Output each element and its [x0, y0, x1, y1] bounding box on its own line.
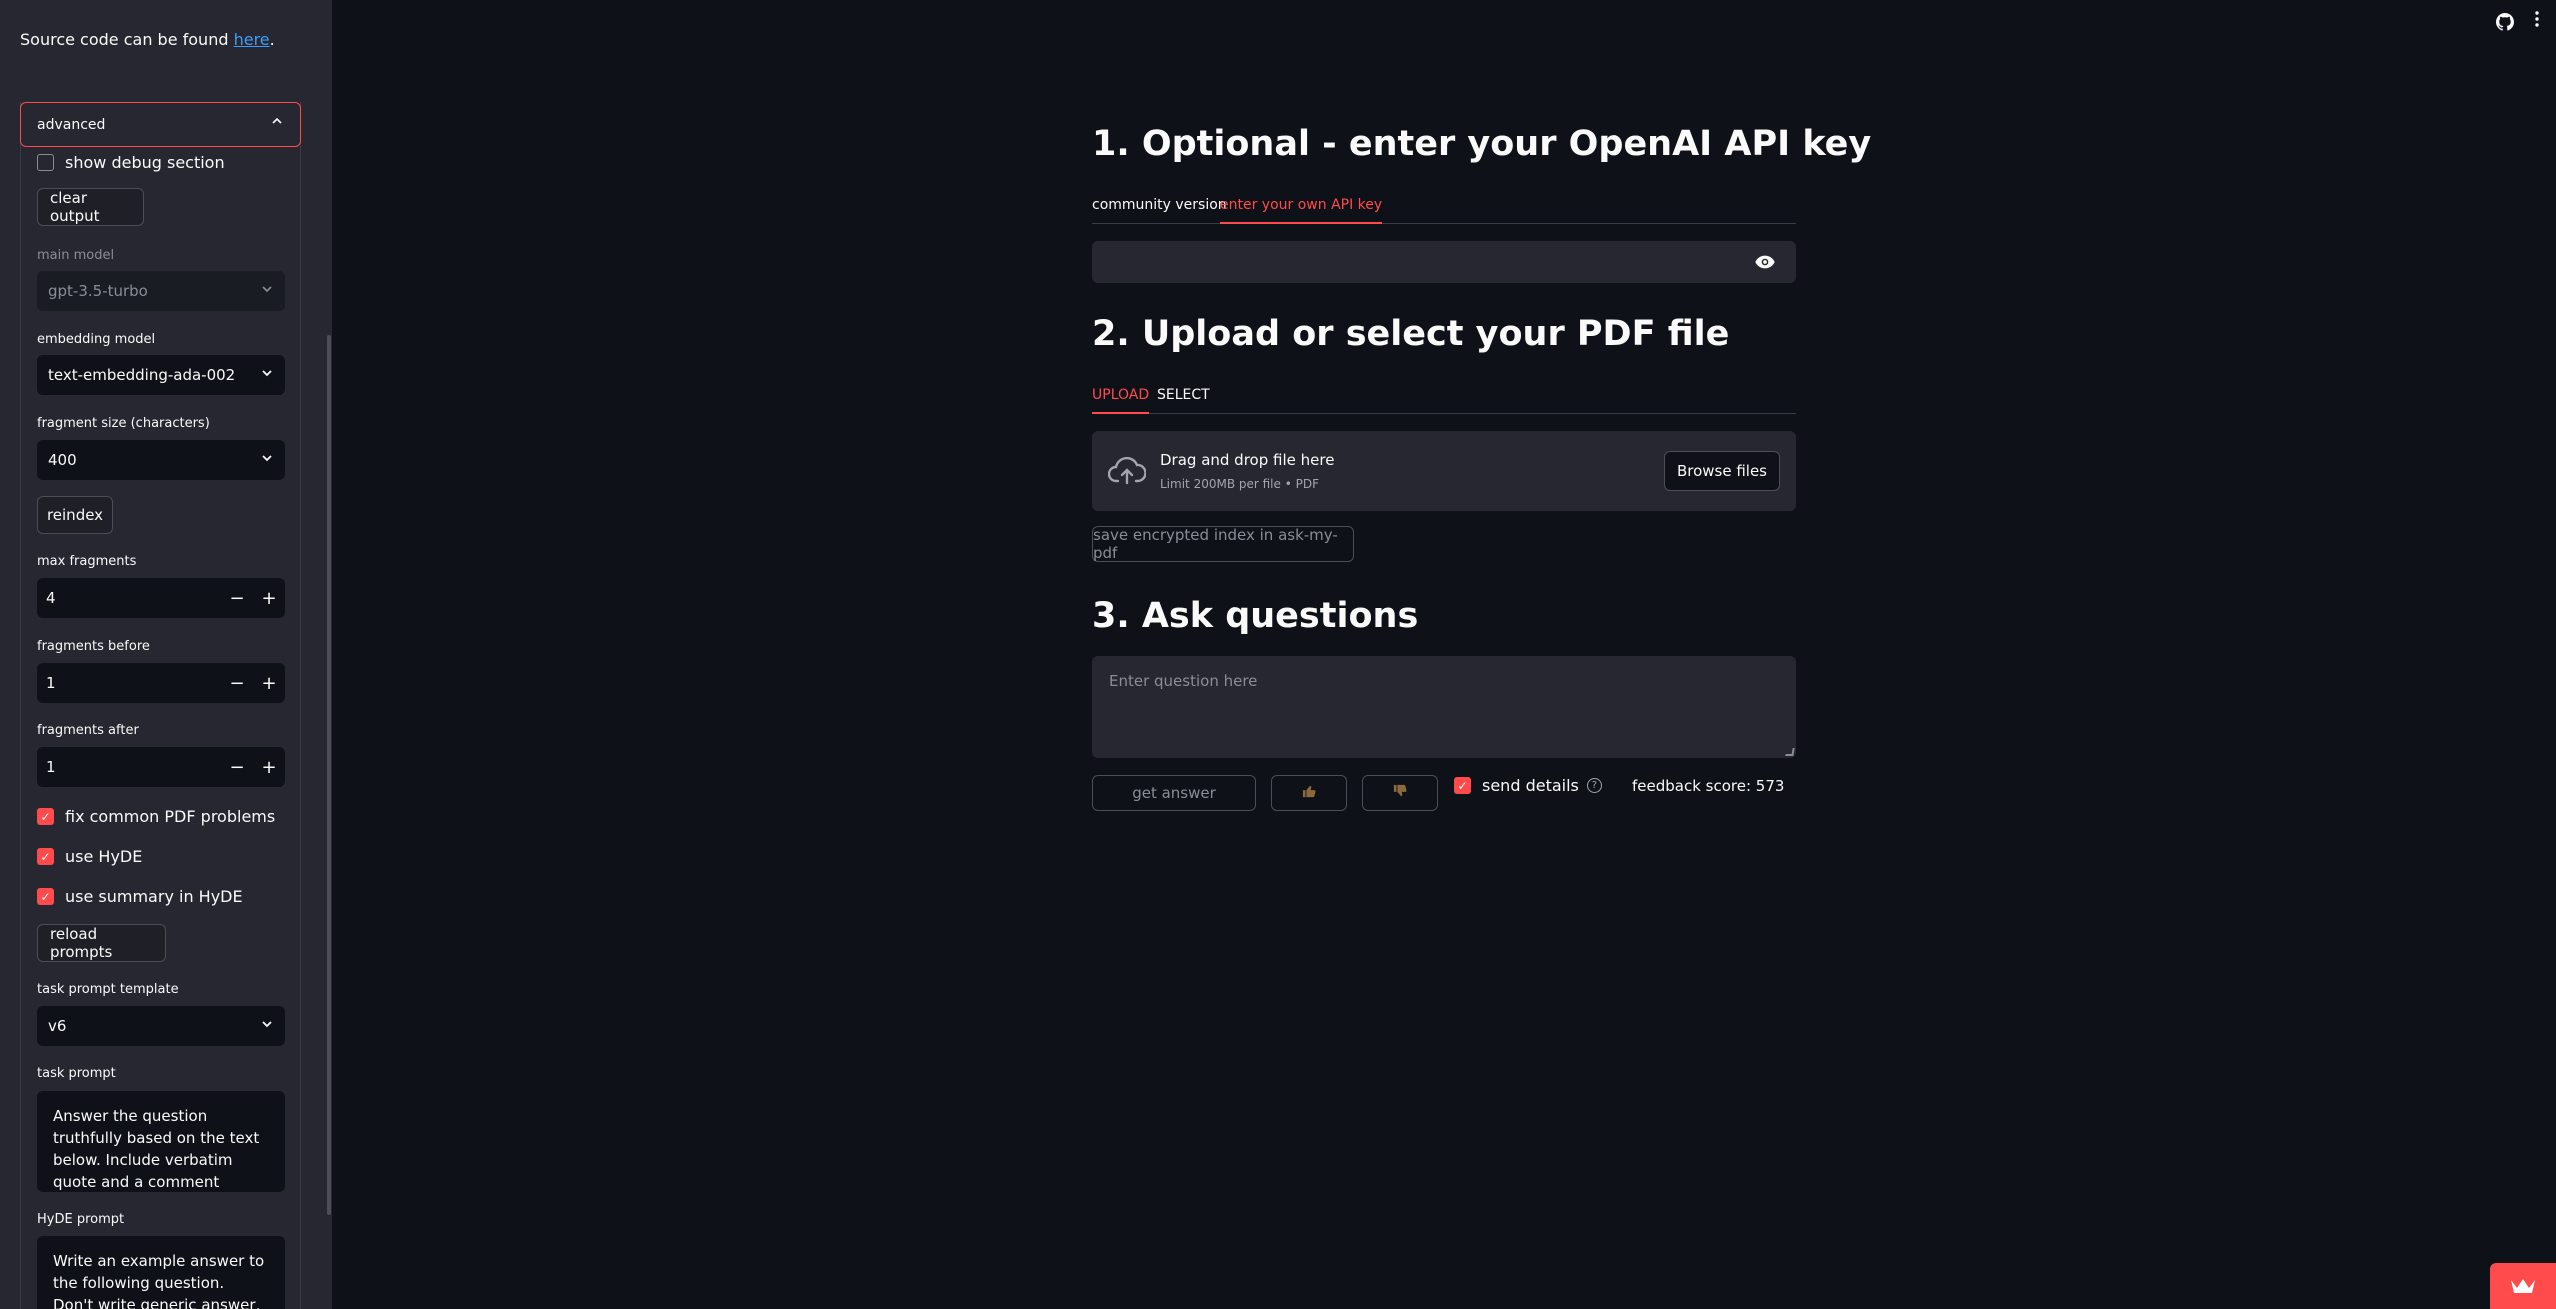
source-code-note: Source code can be found here. [20, 30, 275, 49]
increment-button[interactable]: + [253, 588, 285, 609]
source-end: . [269, 30, 275, 49]
clear-output-button[interactable]: clear output [37, 188, 144, 226]
chevron-down-icon [260, 1017, 274, 1035]
thumbs-up-button[interactable] [1271, 775, 1347, 811]
task-template-label: task prompt template [37, 982, 179, 997]
max-fragments-label: max fragments [37, 554, 137, 569]
upload-limit: Limit 200MB per file • PDF [1160, 477, 1319, 491]
get-answer-button[interactable]: get answer [1092, 775, 1256, 811]
fix-pdf-checkbox[interactable]: ✓ fix common PDF problems [37, 807, 275, 826]
decrement-button[interactable]: − [221, 673, 253, 694]
fix-pdf-label: fix common PDF problems [65, 807, 276, 826]
max-fragments-stepper[interactable]: 4 − + [37, 578, 285, 618]
crown-badge-icon[interactable] [2490, 1263, 2556, 1309]
feedback-score: feedback score: 573 [1632, 777, 1785, 795]
sidebar: Source code can be found here. advanced … [0, 0, 332, 1309]
checkbox-off [37, 154, 54, 171]
api-key-input[interactable] [1092, 241, 1796, 283]
main-model-label: main model [37, 248, 115, 263]
task-prompt-textarea[interactable]: Answer the question truthfully based on … [37, 1091, 285, 1192]
use-summary-label: use summary in HyDE [65, 887, 243, 906]
source-link[interactable]: here [234, 30, 270, 49]
hyde-prompt-label: HyDE prompt [37, 1212, 125, 1227]
main-model-select: gpt-3.5-turbo [37, 271, 285, 311]
tab-community-version[interactable]: community version [1092, 194, 1227, 224]
max-fragments-value[interactable]: 4 [37, 589, 221, 607]
fragments-after-label: fragments after [37, 723, 139, 738]
decrement-button[interactable]: − [221, 588, 253, 609]
fragments-after-stepper[interactable]: 1 − + [37, 747, 285, 787]
thumbs-down-icon [1393, 784, 1407, 802]
advanced-expander[interactable]: advanced [20, 102, 301, 147]
app: Source code can be found here. advanced … [0, 0, 2556, 1309]
decrement-button[interactable]: − [221, 757, 253, 778]
kebab-menu-icon[interactable] [2534, 10, 2540, 33]
pdf-tabs: UPLOAD SELECT [1092, 384, 1796, 414]
increment-button[interactable]: + [253, 673, 285, 694]
fragments-after-value[interactable]: 1 [37, 758, 221, 776]
debug-checkbox[interactable]: show debug section [37, 153, 225, 172]
main-area: 1. Optional - enter your OpenAI API key … [332, 0, 2556, 1309]
thumbs-up-icon [1302, 784, 1316, 802]
main-model-value: gpt-3.5-turbo [48, 282, 148, 300]
tab-upload[interactable]: UPLOAD [1092, 384, 1150, 414]
fragments-before-value[interactable]: 1 [37, 674, 221, 692]
eye-icon[interactable] [1754, 251, 1776, 273]
check-icon: ✓ [1454, 777, 1471, 794]
ask-heading: 3. Ask questions [1092, 596, 1419, 636]
task-template-value: v6 [48, 1017, 67, 1035]
save-index-button[interactable]: save encrypted index in ask-my-pdf [1092, 526, 1354, 562]
fragment-size-select[interactable]: 400 [37, 440, 285, 480]
embedding-model-select[interactable]: text-embedding-ada-002 [37, 355, 285, 395]
reload-prompts-button[interactable]: reload prompts [37, 924, 166, 962]
github-icon[interactable] [2496, 12, 2514, 31]
file-uploader[interactable]: Drag and drop file here Limit 200MB per … [1092, 431, 1796, 511]
fragment-size-value: 400 [48, 451, 77, 469]
debug-label: show debug section [65, 153, 225, 172]
top-toolbar [2496, 10, 2540, 33]
send-details-label: send details [1482, 776, 1579, 795]
check-icon: ✓ [37, 888, 54, 905]
question-textarea[interactable]: Enter question here [1092, 656, 1796, 758]
help-icon[interactable]: ? [1586, 778, 1602, 793]
embedding-model-value: text-embedding-ada-002 [48, 366, 236, 384]
tab-select[interactable]: SELECT [1157, 384, 1210, 414]
send-details-checkbox[interactable]: ✓ send details ? [1454, 776, 1602, 795]
api-key-heading: 1. Optional - enter your OpenAI API key [1092, 124, 1872, 164]
task-template-select[interactable]: v6 [37, 1006, 285, 1046]
use-hyde-label: use HyDE [65, 847, 143, 866]
fragments-before-stepper[interactable]: 1 − + [37, 663, 285, 703]
increment-button[interactable]: + [253, 757, 285, 778]
upload-title: Drag and drop file here [1160, 451, 1335, 469]
source-text: Source code can be found [20, 30, 234, 49]
cloud-upload-icon [1107, 453, 1147, 489]
use-hyde-checkbox[interactable]: ✓ use HyDE [37, 847, 142, 866]
check-icon: ✓ [37, 848, 54, 865]
sidebar-scrollbar[interactable] [327, 335, 331, 1215]
chevron-down-icon [260, 366, 274, 384]
use-summary-checkbox[interactable]: ✓ use summary in HyDE [37, 887, 243, 906]
chevron-down-icon [260, 451, 274, 469]
resize-handle[interactable] [1785, 748, 1795, 756]
api-key-tabs: community version enter your own API key [1092, 194, 1796, 224]
embedding-model-label: embedding model [37, 332, 156, 347]
fragments-before-label: fragments before [37, 639, 150, 654]
tab-own-api-key[interactable]: enter your own API key [1220, 194, 1383, 224]
browse-files-button[interactable]: Browse files [1663, 451, 1780, 491]
fragment-size-label: fragment size (characters) [37, 416, 210, 431]
chevron-up-icon [270, 113, 284, 132]
thumbs-down-button[interactable] [1362, 775, 1438, 811]
pdf-heading: 2. Upload or select your PDF file [1092, 314, 1730, 354]
check-icon: ✓ [37, 808, 54, 825]
expander-label: advanced [37, 117, 106, 133]
chevron-down-icon [260, 282, 274, 300]
reindex-button[interactable]: reindex [37, 496, 113, 534]
hyde-prompt-textarea[interactable]: Write an example answer to the following… [37, 1236, 285, 1309]
task-prompt-label: task prompt [37, 1066, 116, 1081]
question-placeholder: Enter question here [1109, 672, 1258, 690]
